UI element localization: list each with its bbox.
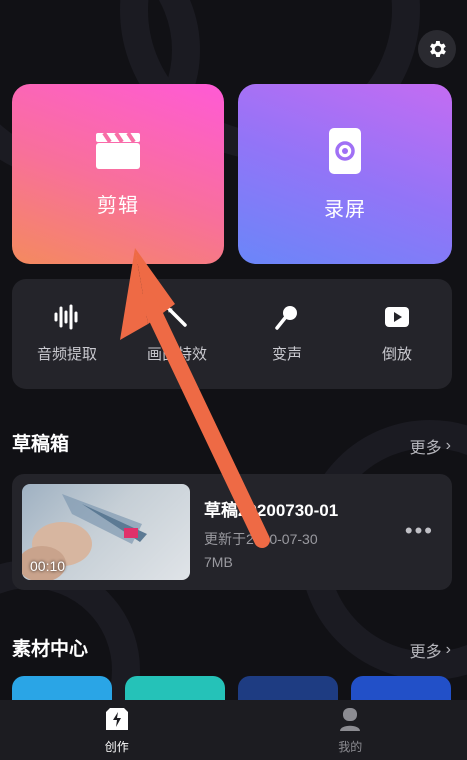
drafts-more-link[interactable]: 更多 › [410,434,451,458]
record-card[interactable]: 录屏 [238,84,452,264]
nav-create[interactable]: 创作 [0,700,234,760]
microphone-icon [275,306,297,330]
record-card-label: 录屏 [324,198,366,221]
play-icon [385,307,409,327]
draft-updated: 更新于2020-07-30 [204,531,318,547]
gear-icon [430,41,446,57]
tool-voice-change-label: 变声 [271,346,302,363]
edit-card-label: 剪辑 [97,194,139,217]
waveform-icon [54,304,78,330]
edit-card[interactable]: 剪辑 [12,84,224,264]
chevron-right-icon: › [445,437,451,454]
tool-audio-extract-label: 音频提取 [36,346,97,363]
draft-size: 7MB [204,554,233,570]
bottom-nav: 创作 我的 [0,700,467,760]
draft-item[interactable]: 00:10 草稿20200730-01 更新于2020-07-30 7MB ••… [12,474,452,590]
drafts-title: 草稿箱 [12,434,70,455]
tool-voice-change[interactable]: 变声 [232,279,342,389]
nav-profile-label: 我的 [338,740,363,754]
materials-more-link[interactable]: 更多 › [410,638,451,662]
clapperboard-icon [96,131,140,169]
tool-effects-label: 画面特效 [146,346,207,363]
tool-reverse-label: 倒放 [381,346,412,363]
materials-title: 素材中心 [12,639,89,660]
nav-profile[interactable]: 我的 [234,700,467,760]
screen-record-icon [329,127,361,174]
draft-name: 草稿20200730-01 [204,501,339,520]
create-icon [105,708,128,730]
tool-effects[interactable]: 画面特效 [122,279,232,389]
chevron-right-icon: › [445,641,451,658]
draft-options-button[interactable]: ••• [405,518,434,544]
drafts-more-label: 更多 [409,440,442,457]
tool-reverse[interactable]: 倒放 [342,279,452,389]
settings-button[interactable] [418,30,456,68]
draft-thumbnail: 00:10 [22,484,190,580]
magic-wand-icon [165,305,187,327]
materials-more-label: 更多 [409,644,442,661]
tool-audio-extract[interactable]: 音频提取 [12,279,122,389]
tools-panel: 音频提取 画面特效 变声 倒放 [12,279,452,389]
nav-create-label: 创作 [104,740,129,754]
draft-duration: 00:10 [30,558,66,574]
profile-icon [340,708,361,731]
